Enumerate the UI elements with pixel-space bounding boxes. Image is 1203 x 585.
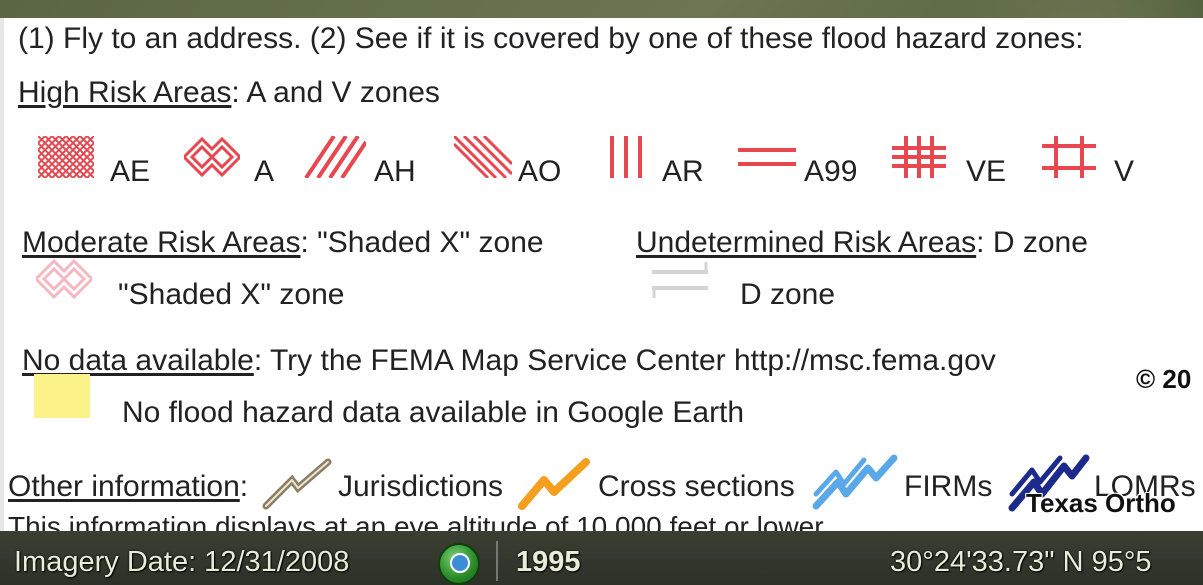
high-risk-heading-row: High Risk Areas: A and V zones bbox=[18, 76, 440, 110]
moderate-risk-suffix: : "Shaded X" zone bbox=[300, 226, 544, 259]
imagery-date: Imagery Date: 12/31/2008 bbox=[14, 546, 350, 578]
undetermined-risk-suffix: : D zone bbox=[976, 226, 1088, 259]
crosshatch-dense-icon bbox=[38, 136, 94, 178]
firms-line-icon bbox=[812, 454, 898, 510]
no-data-label: No flood hazard data available in Google… bbox=[122, 396, 745, 429]
horizontal-lines-icon bbox=[738, 148, 796, 166]
zone-label-ae: AE bbox=[110, 155, 151, 188]
zone-label-ao: AO bbox=[518, 155, 562, 188]
zone-label-ah: AH bbox=[374, 155, 416, 188]
historical-year[interactable]: 1995 bbox=[516, 545, 581, 579]
diagonal-lines-left-icon bbox=[454, 136, 512, 178]
shaded-x-zone-label: "Shaded X" zone bbox=[118, 278, 345, 311]
zone-label-v: V bbox=[1114, 155, 1135, 188]
moderate-risk-heading-row: Moderate Risk Areas: "Shaded X" zone bbox=[22, 226, 544, 260]
cross-sections-line-icon bbox=[518, 458, 590, 510]
d-zone-label: D zone bbox=[740, 278, 836, 311]
other-info-colon: : bbox=[239, 470, 249, 503]
zone-label-a: A bbox=[254, 155, 275, 188]
copyright-attribution: © 20 bbox=[1136, 364, 1192, 394]
jurisdictions-line-icon bbox=[262, 458, 332, 510]
flood-zone-legend-panel: (1) Fly to an address. (2) See if it is … bbox=[0, 18, 1203, 542]
jurisdictions-label: Jurisdictions bbox=[338, 470, 504, 503]
cross-sections-label: Cross sections bbox=[598, 470, 795, 503]
no-data-heading: No data available bbox=[22, 344, 254, 377]
vertical-lines-icon bbox=[610, 136, 642, 178]
firms-label: FIRMs bbox=[904, 470, 993, 503]
shaded-x-zone-icon bbox=[36, 258, 92, 300]
high-risk-suffix: : A and V zones bbox=[231, 76, 440, 109]
imagery-provider-attribution: Texas Ortho bbox=[1026, 488, 1176, 518]
no-data-swatch-icon bbox=[34, 374, 90, 418]
grid-sparse-icon bbox=[1042, 136, 1096, 178]
no-data-suffix: : Try the FEMA Map Service Center http:/… bbox=[253, 344, 996, 377]
undetermined-risk-heading-row: Undetermined Risk Areas: D zone bbox=[636, 226, 1088, 260]
diagonal-lines-right-icon bbox=[304, 136, 366, 178]
status-divider bbox=[496, 541, 498, 581]
moderate-risk-heading: Moderate Risk Areas bbox=[22, 226, 301, 259]
zone-label-a99: A99 bbox=[804, 155, 858, 188]
other-info-heading: Other information bbox=[8, 470, 240, 503]
zone-label-ve: VE bbox=[966, 155, 1007, 188]
zone-label-ar: AR bbox=[662, 155, 704, 188]
other-info-heading-row: Other information: bbox=[8, 470, 248, 504]
d-zone-icon bbox=[652, 262, 708, 298]
legend-instructions: (1) Fly to an address. (2) See if it is … bbox=[18, 22, 1084, 55]
historical-imagery-clock-icon[interactable] bbox=[438, 543, 480, 585]
grid-dense-icon bbox=[892, 136, 946, 178]
no-data-heading-row: No data available: Try the FEMA Map Serv… bbox=[22, 344, 996, 378]
pointer-coordinates: 30°24'33.73" N 95°5 bbox=[890, 546, 1152, 578]
high-risk-heading: High Risk Areas bbox=[18, 76, 232, 109]
crosshatch-diamond-icon bbox=[184, 136, 240, 178]
undetermined-risk-heading: Undetermined Risk Areas bbox=[636, 226, 977, 259]
